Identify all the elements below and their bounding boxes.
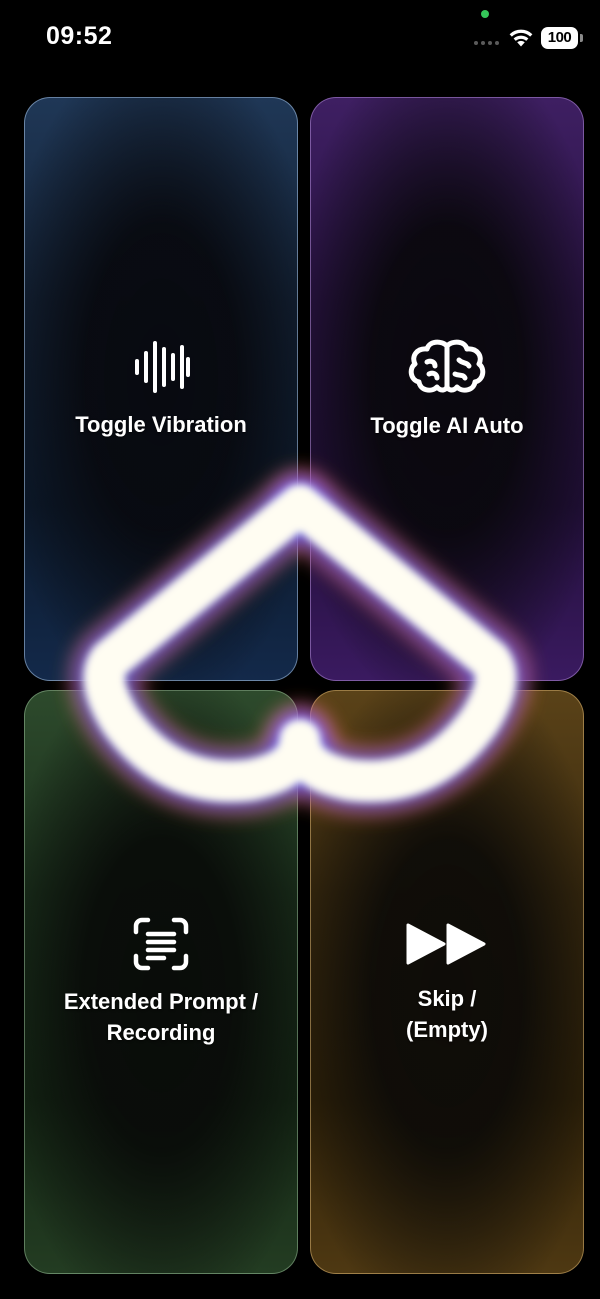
scan-text-icon (133, 917, 189, 971)
fast-forward-icon (406, 923, 486, 965)
extended-prompt-recording-button[interactable]: Extended Prompt / Recording (24, 690, 298, 1274)
battery-indicator: 100 (541, 27, 583, 49)
status-time: 09:52 (46, 22, 113, 50)
toggle-ai-auto-label: Toggle AI Auto (370, 412, 524, 438)
toggle-vibration-label: Toggle Vibration (75, 411, 247, 437)
toggle-ai-auto-button[interactable]: Toggle AI Auto (310, 97, 584, 681)
status-bar: 09:52 100 (0, 0, 600, 80)
wifi-icon (509, 29, 533, 47)
skip-empty-label: Skip / (Empty) (406, 986, 488, 1042)
toggle-vibration-button[interactable]: Toggle Vibration (24, 97, 298, 681)
privacy-indicator-dot (481, 10, 489, 18)
cellular-signal-icon (474, 41, 499, 45)
brain-icon (408, 339, 486, 393)
extended-prompt-recording-label: Extended Prompt / Recording (63, 989, 259, 1045)
waveform-icon (135, 340, 190, 393)
skip-button[interactable]: Skip / (Empty) (310, 690, 584, 1274)
